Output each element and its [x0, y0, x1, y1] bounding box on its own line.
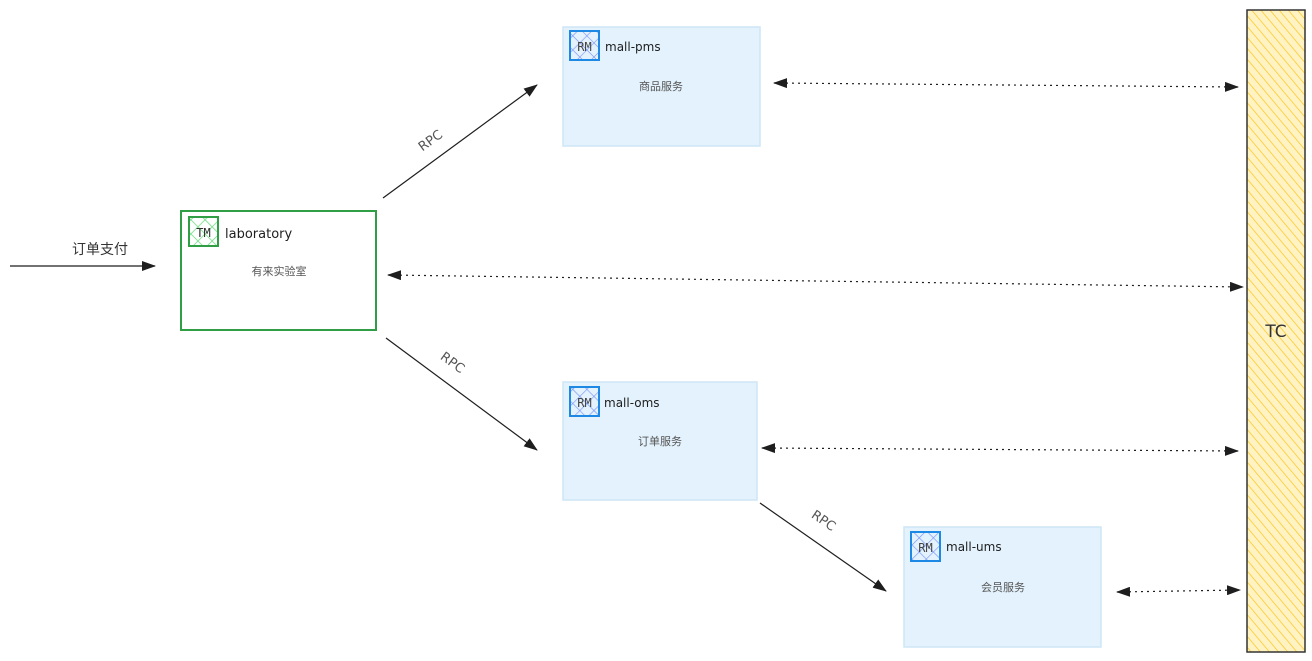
rpc-arrow-oms	[385, 337, 538, 451]
rpc-label: RPC	[437, 350, 467, 377]
diagram-canvas: 订单支付 TM laboratory 有来实验室 RM mall-pms 商品服…	[10, 9, 1306, 653]
rm-desc: 订单服务	[638, 435, 682, 448]
tm-badge: TM	[196, 226, 210, 240]
rm-desc: 会员服务	[981, 581, 1025, 594]
rm-node-oms[interactable]: RM mall-oms 订单服务	[562, 381, 758, 501]
rpc-arrow-pms	[382, 84, 538, 199]
rm-badge: RM	[577, 396, 591, 410]
rm-name: mall-oms	[604, 396, 660, 410]
rm-name: mall-pms	[605, 40, 661, 54]
rm-badge: RM	[577, 40, 591, 54]
rpc-label: RPC	[416, 128, 446, 155]
rm-desc: 商品服务	[639, 79, 683, 93]
rm-name: mall-ums	[946, 540, 1002, 554]
rm-node-ums[interactable]: RM mall-ums 会员服务	[903, 526, 1102, 648]
tc-node[interactable]: TC	[1246, 9, 1306, 653]
rm-node-pms[interactable]: RM mall-pms 商品服务	[562, 26, 761, 147]
tm-desc: 有来实验室	[252, 264, 307, 278]
rm-badge: RM	[918, 541, 932, 555]
tc-label: TC	[1264, 322, 1286, 342]
tc-link-oms	[761, 443, 1239, 456]
tm-name: laboratory	[225, 227, 292, 242]
entry-label: 订单支付	[72, 242, 128, 258]
tc-link-ums	[1116, 585, 1241, 597]
tc-link-tm	[387, 270, 1244, 292]
tm-node[interactable]: TM laboratory 有来实验室	[180, 210, 377, 331]
tc-link-pms	[773, 78, 1239, 92]
rpc-label: RPC	[808, 508, 838, 535]
